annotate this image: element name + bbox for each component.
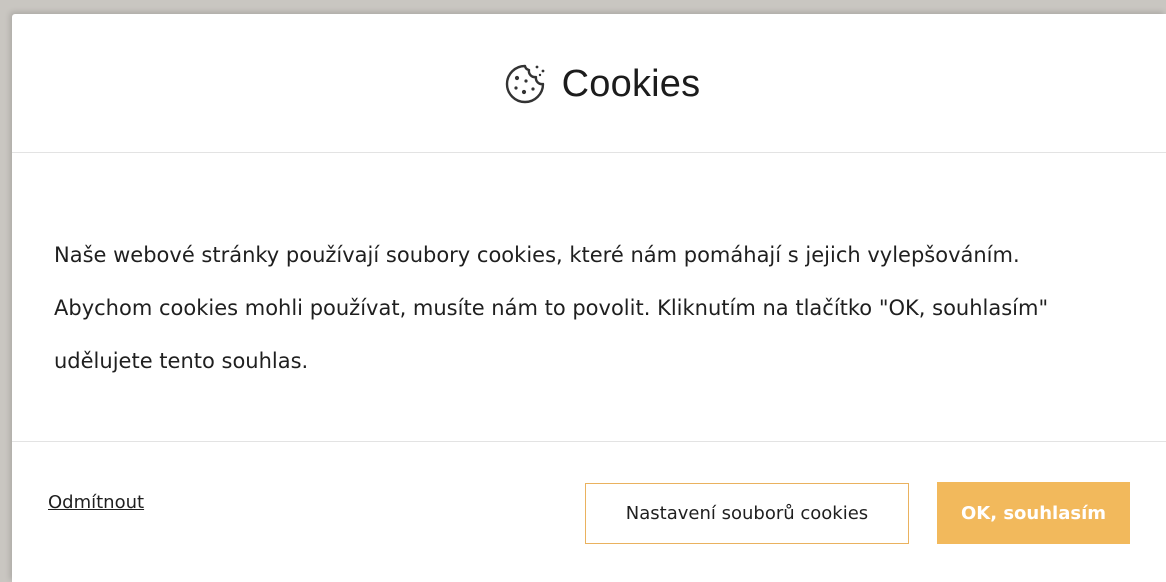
cookie-consent-dialog: Cookies Naše webové stránky používají so…: [12, 14, 1166, 582]
accept-button[interactable]: OK, souhlasím: [937, 482, 1130, 544]
dialog-footer: Odmítnout Nastavení souborů cookies OK, …: [12, 442, 1166, 582]
consent-message: Naše webové stránky používají soubory co…: [54, 243, 1049, 373]
dialog-header: Cookies: [12, 14, 1166, 153]
dialog-body: Naše webové stránky používají soubory co…: [12, 153, 1166, 442]
cookie-settings-button[interactable]: Nastavení souborů cookies: [585, 483, 909, 544]
dialog-title: Cookies: [561, 62, 701, 105]
cookie-icon: [500, 59, 550, 109]
dialog-title-group: Cookies: [500, 59, 701, 109]
decline-link[interactable]: Odmítnout: [48, 492, 144, 513]
